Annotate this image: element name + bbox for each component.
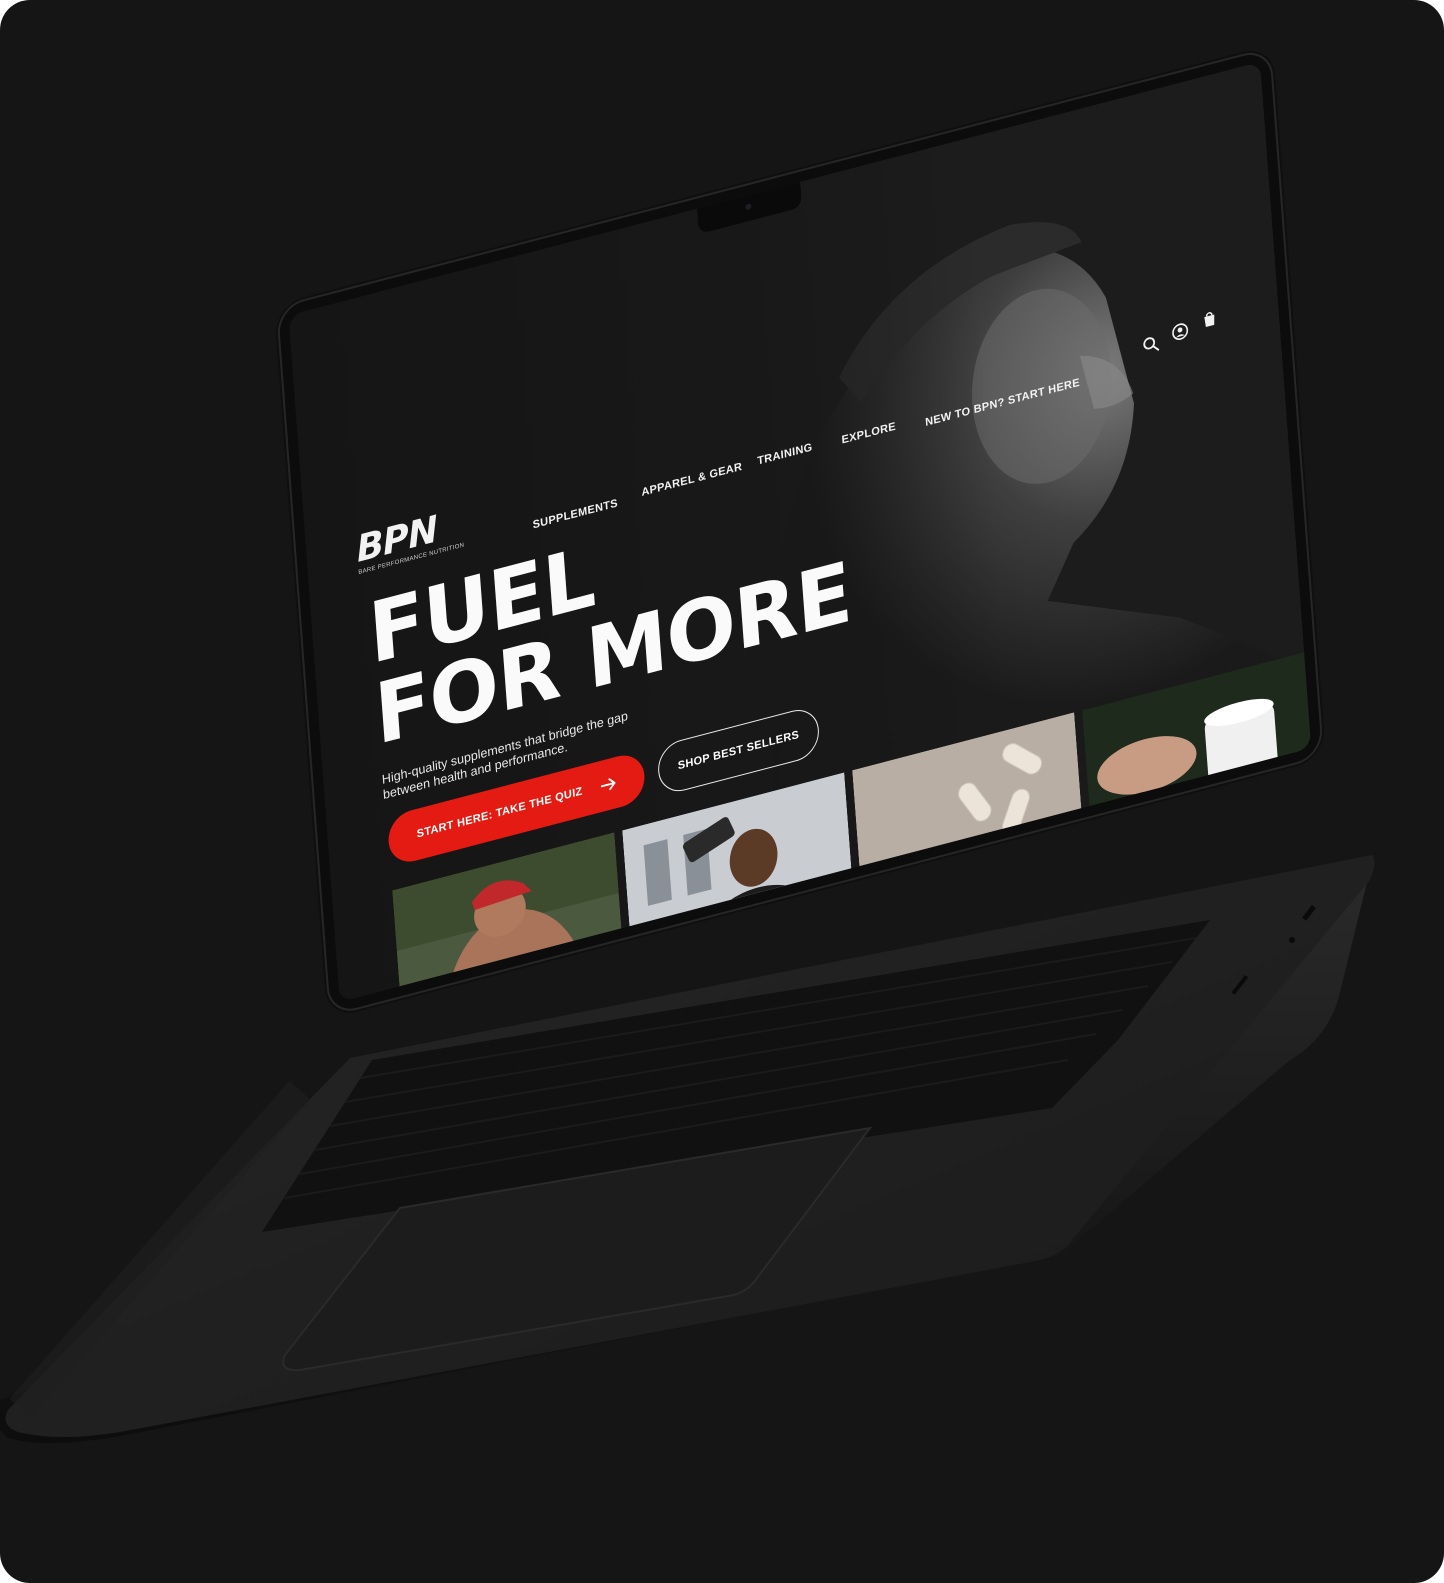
mockup-card: BPN BARE PERFORMANCE NUTRITION SUPPLEMEN… — [0, 0, 1444, 1583]
camera-icon — [745, 202, 752, 211]
arrow-right-icon — [600, 778, 616, 791]
